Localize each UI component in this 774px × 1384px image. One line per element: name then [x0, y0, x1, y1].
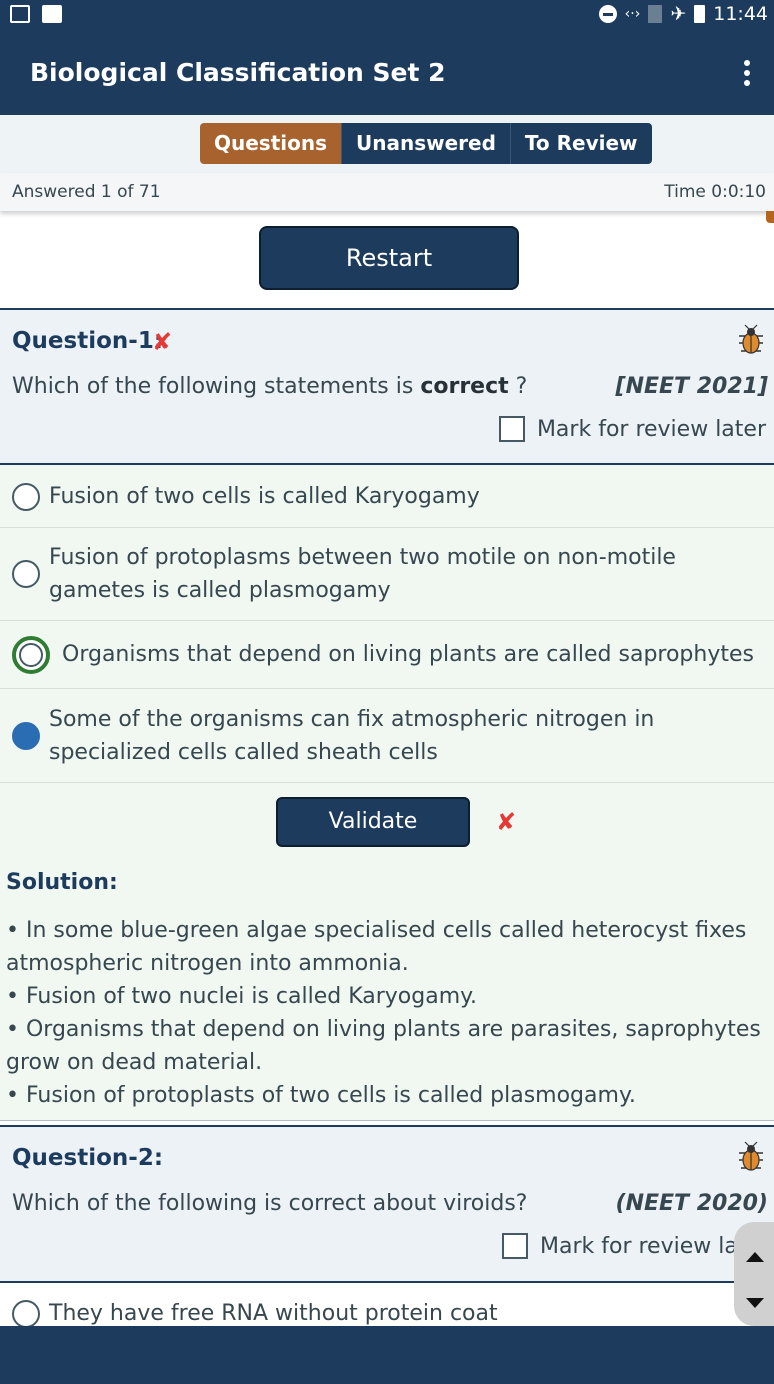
progress-info-bar: Answered 1 of 71 Time 0:0:10	[0, 173, 774, 211]
scroll-control	[734, 1222, 774, 1326]
question-2-exam-tag: (NEET 2020)	[615, 1191, 768, 1216]
solution-title: Solution:	[6, 870, 118, 895]
question-1-text: Which of the following statements is cor…	[12, 374, 528, 399]
side-handle[interactable]	[766, 211, 774, 223]
option-text: Fusion of protoplasms between two motile…	[49, 545, 676, 603]
mark-for-review-checkbox[interactable]: Mark for review later	[498, 416, 766, 442]
option-1[interactable]: They have free RNA without protein coat	[0, 1283, 774, 1326]
answered-count: Answered 1 of 71	[12, 182, 161, 202]
option-radio[interactable]	[12, 560, 40, 588]
app-notification-icon	[42, 5, 62, 23]
tab-to-review[interactable]: To Review	[510, 123, 652, 164]
option-text: Some of the organisms can fix atmospheri…	[49, 707, 655, 765]
review-label: Mark for review later	[536, 416, 766, 442]
question-1-header: Question-1: ✘ Which of the following sta…	[0, 310, 774, 463]
image-notification-icon	[10, 5, 30, 23]
report-bug-icon[interactable]	[736, 1141, 766, 1173]
clock: 11:44	[713, 3, 768, 25]
option-radio[interactable]	[12, 483, 40, 511]
report-bug-icon[interactable]	[736, 324, 766, 356]
option-text: Organisms that depend on living plants a…	[62, 642, 754, 667]
option-text: They have free RNA without protein coat	[49, 1301, 498, 1326]
no-sim-icon	[648, 5, 663, 23]
review-checkbox[interactable]	[502, 1233, 528, 1259]
solution-line: • In some blue-green algae specialised c…	[6, 918, 747, 976]
option-text: Fusion of two cells is called Karyogamy	[49, 484, 480, 509]
option-1[interactable]: Fusion of two cells is called Karyogamy	[0, 465, 774, 528]
option-3-correct[interactable]: Organisms that depend on living plants a…	[0, 621, 774, 689]
option-4-selected[interactable]: Some of the organisms can fix atmospheri…	[0, 689, 774, 783]
battery-icon	[694, 5, 706, 23]
data-saver-icon: ‹·›	[624, 6, 641, 22]
validate-button[interactable]: Validate	[276, 797, 470, 847]
scroll-up-icon[interactable]	[746, 1252, 764, 1262]
restart-button[interactable]: Restart	[259, 226, 519, 290]
scroll-down-icon[interactable]	[746, 1298, 764, 1308]
status-bar: ‹·› ✈ 11:44	[0, 0, 774, 30]
tab-unanswered[interactable]: Unanswered	[342, 123, 511, 164]
bottom-navigation-bar	[0, 1326, 774, 1384]
airplane-mode-icon: ✈	[670, 3, 687, 25]
solution-line: • Fusion of two nuclei is called Karyoga…	[6, 984, 478, 1009]
option-radio[interactable]	[12, 1300, 40, 1326]
app-bar: Biological Classification Set 2	[0, 30, 774, 115]
solution-line: • Organisms that depend on living plants…	[6, 1017, 761, 1075]
timer: Time 0:0:10	[664, 182, 766, 202]
divider	[0, 1120, 774, 1121]
wrong-mark-icon: ✘	[152, 328, 173, 356]
review-checkbox[interactable]	[498, 416, 525, 442]
question-1-exam-tag: [NEET 2021]	[615, 374, 768, 399]
tab-questions[interactable]: Questions	[200, 123, 343, 164]
solution-line: • Fusion of protoplasts of two cells is …	[6, 1083, 636, 1108]
question-2-text: Which of the following is correct about …	[12, 1191, 528, 1216]
tab-bar: Questions Unanswered To Review	[0, 115, 774, 174]
overflow-menu-icon[interactable]	[742, 60, 752, 86]
question-1-label: Question-1:	[12, 328, 164, 354]
question-2-label: Question-2:	[12, 1145, 164, 1171]
wrong-mark-icon: ✘	[496, 808, 517, 836]
option-2[interactable]: Fusion of protoplasms between two motile…	[0, 528, 774, 621]
option-radio-correct[interactable]	[12, 636, 50, 674]
option-radio-selected[interactable]	[12, 722, 40, 750]
question-2-header: Question-2: Which of the following is co…	[0, 1127, 774, 1281]
do-not-disturb-icon	[598, 5, 617, 23]
page-title: Biological Classification Set 2	[30, 58, 446, 87]
solution-text: • In some blue-green algae specialised c…	[6, 914, 766, 1112]
